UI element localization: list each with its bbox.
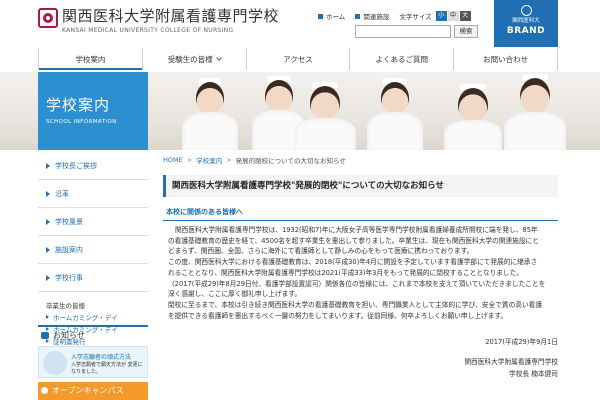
hero-banner: 学校案内 SCHOOL INFORMATION <box>0 72 600 150</box>
breadcrumb-current: 発展的閉校についての大切なお知らせ <box>235 157 346 165</box>
sidebar-item-events[interactable]: 学校行事 <box>38 264 148 292</box>
notice-principal: 学校長 楠本健司 <box>509 370 558 378</box>
brand-subtitle: 関西医科大 <box>512 18 540 24</box>
notice-line: どまらず、関西圏、全国、さらに海外にて看護師として静しみの心をもって医療に携わっ… <box>168 247 474 256</box>
open-campus-banner[interactable]: オープンキャンパス <box>38 382 148 400</box>
breadcrumb-home[interactable]: HOME <box>163 156 183 164</box>
page-title: 関西医科大学附属看護専門学校"発展的閉校"についての大切なお知らせ <box>163 175 558 197</box>
utility-nav: ホーム 関連施設 文字サイズ 小 中 大 <box>318 11 471 21</box>
breadcrumb-separator: > <box>226 156 232 164</box>
logo-english-name: KANSAI MEDICAL UNIVERSITY COLLEGE OF NUR… <box>62 27 234 34</box>
hero-subtitle: SCHOOL INFORMATION <box>46 119 117 125</box>
font-size-medium-button[interactable]: 中 <box>447 11 459 21</box>
gnav-label: アクセス <box>283 54 313 64</box>
sidebar-subitem-homecoming[interactable]: ホームカミング・デイ <box>38 310 148 322</box>
font-size-small-button[interactable]: 小 <box>435 11 447 21</box>
news-heading-label: お知らせ <box>53 330 85 340</box>
hero-photo-nurse <box>180 72 240 150</box>
search-button[interactable]: 検索 <box>454 25 478 38</box>
banner-title: オープンキャンパス <box>52 386 124 395</box>
banner-text: 入学志願者で願天方法が 変更になりました。 <box>71 362 143 375</box>
home-link[interactable]: ホーム <box>318 11 345 21</box>
sidebar-item-label: 学校長ご挨拶 <box>55 161 97 170</box>
font-size-label: 文字サイズ <box>399 13 432 21</box>
triangle-right-icon <box>46 190 50 197</box>
hero-photo-nurse <box>440 72 506 150</box>
notice-line: （2017(平成29)年8月29日付、看護学部設置認可）関係各位の皆様には、これ… <box>168 279 546 288</box>
sidebar-item-label: 学校風景 <box>55 217 83 226</box>
school-emblem-icon <box>38 8 58 28</box>
notice-line: 関西医科大学附属看護専門学校は、1932(昭和7)年に大阪女子高等医学専門学校附… <box>175 226 538 234</box>
section-heading: 本校に関係のある皆様へ <box>163 207 558 221</box>
sidebar-item-label: 施設案内 <box>55 245 83 254</box>
student-illustration-icon <box>43 351 67 375</box>
related-facilities-link[interactable]: 関連施設 <box>355 11 389 21</box>
breadcrumb-separator: > <box>186 156 193 164</box>
sidebar-item-label: 学校行事 <box>55 273 83 282</box>
notice-line: を提供できる看護師を輩出するべく一層の努力をしてまいります。従前同様、何卒よろし… <box>168 311 508 320</box>
site-logo[interactable]: 関西医科大学附属看護専門学校 KANSAI MEDICAL UNIVERSITY… <box>38 8 279 34</box>
sidebar-group-alumni: 卒業生の皆様 <box>46 302 85 310</box>
news-heading: お知らせ <box>38 325 148 343</box>
brand-emblem-icon <box>520 5 532 16</box>
gnav-item-applicants[interactable]: 受験生の皆様 <box>141 48 246 70</box>
font-size-large-button[interactable]: 大 <box>459 11 471 21</box>
triangle-right-icon <box>46 274 50 281</box>
gnav-item-access[interactable]: アクセス <box>245 48 350 70</box>
hero-title-box: 学校案内 SCHOOL INFORMATION <box>38 72 148 150</box>
sidebar-item-history[interactable]: 沿革 <box>38 180 148 208</box>
hero-photo-nurse <box>290 72 360 150</box>
banner-title: 入学志願者の頭式方法 <box>71 354 132 361</box>
sidebar-nav: 学校長ご挨拶 沿革 学校風景 施設案内 学校行事 卒業生の皆様 ホームカミング・… <box>38 152 148 346</box>
notice-organization: 関西医科大学附属看護専門学校 <box>464 358 558 366</box>
gnav-item-contact[interactable]: お問い合わせ <box>453 48 558 70</box>
search-input[interactable] <box>355 25 451 38</box>
brand-title: BRAND <box>506 26 546 36</box>
application-method-banner[interactable]: 入学志願者の頭式方法 入学志願者で願天方法が 変更になりました。 <box>38 346 148 378</box>
sidebar-item-greeting[interactable]: 学校長ご挨拶 <box>38 152 148 180</box>
hero-title: 学校案内 <box>46 96 111 114</box>
gnav-item-school-info[interactable]: 学校案内 <box>38 48 142 70</box>
triangle-right-icon <box>46 246 50 253</box>
hero-photo-nurse <box>500 72 570 150</box>
sidebar-item-campus-scenes[interactable]: 学校風景 <box>38 208 148 236</box>
open-campus-icon <box>41 387 48 394</box>
site-search: 検索 <box>355 25 478 38</box>
gnav-label: よくあるご質問 <box>375 54 429 64</box>
notice-line: 深く感謝し、ここに厚く御礼申し上げます。 <box>168 290 302 299</box>
breadcrumb: HOME > 学校案内 > 発展的閉校についての大切なお知らせ <box>163 155 346 165</box>
notice-line: れることとなり、関西医科大学附属看護専門学校は2021(平成33)年3月をもって… <box>168 268 523 277</box>
gnav-label: お問い合わせ <box>483 54 529 64</box>
home-icon <box>318 13 323 19</box>
sidebar-subitem-label: ホームカミング・デイ <box>53 314 118 322</box>
triangle-right-icon <box>46 218 50 225</box>
logo-japanese-name: 関西医科大学附属看護専門学校 <box>62 7 280 25</box>
link-icon <box>355 13 361 19</box>
triangle-right-icon <box>46 162 50 169</box>
gnav-label: 学校案内 <box>75 54 106 64</box>
notice-line: の看護基礎教育の歴史を経て、4500名を超す卒業生を輩出して参りました。卒業生は… <box>168 236 539 245</box>
notice-body: 関西医科大学附属看護専門学校は、1932(昭和7)年に大阪女子高等医学専門学校附… <box>168 225 553 321</box>
chevron-down-icon <box>215 55 222 61</box>
brand-banner[interactable]: 関西医科大 BRAND <box>494 0 558 47</box>
notice-line: この度、関西医科大学における看護基礎教育は、2018(平成30)年4月に開設を予… <box>168 258 538 267</box>
home-link-label: ホーム <box>326 13 346 21</box>
related-facilities-label: 関連施設 <box>363 13 390 21</box>
speech-bubble-icon <box>41 331 49 339</box>
notice-line: 閉校に至るまで、本校は引き続き関西医科大学の看護基礎教育を担い、専門職業人として… <box>168 300 543 309</box>
notice-date: 2017(平成29)年9月1日 <box>485 338 558 346</box>
breadcrumb-section[interactable]: 学校案内 <box>196 155 222 165</box>
hero-photo-nurse <box>365 72 425 150</box>
triangle-right-icon <box>46 315 49 319</box>
sidebar-item-label: 沿革 <box>55 189 69 198</box>
gnav-label: 受験生の皆様 <box>167 54 213 64</box>
gnav-item-faq[interactable]: よくあるご質問 <box>349 48 453 70</box>
sidebar-item-facilities[interactable]: 施設案内 <box>38 236 148 264</box>
global-nav: 学校案内 受験生の皆様 アクセス よくあるご質問 お問い合わせ <box>38 48 558 70</box>
